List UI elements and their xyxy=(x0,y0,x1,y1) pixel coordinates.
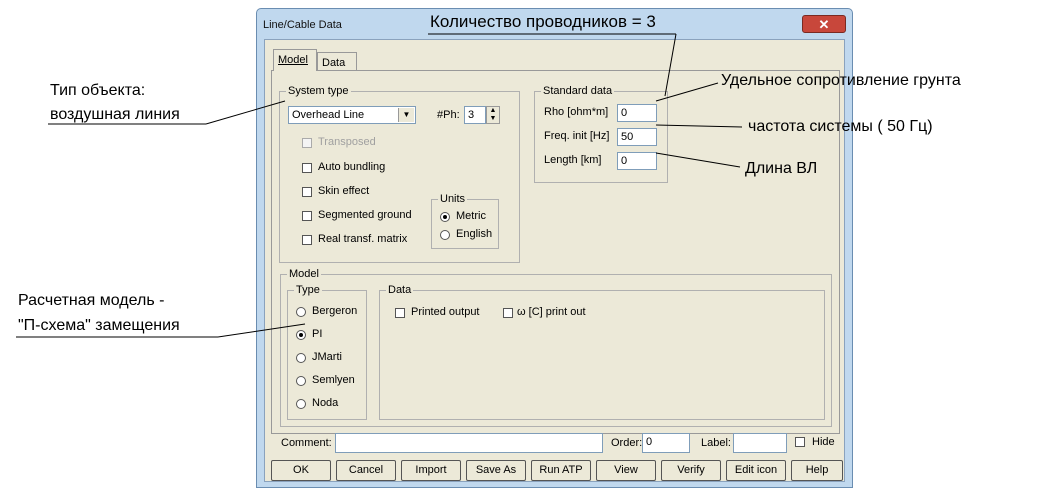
annotation-conductors: Количество проводников = 3 xyxy=(430,12,656,31)
tab-model-label: Model xyxy=(278,54,308,66)
annotation-object-type-line1: Тип объекта: xyxy=(50,82,146,99)
annotation-frequency: частота системы ( 50 Гц) xyxy=(748,118,933,135)
annotation-object-type-line2: воздушная линия xyxy=(50,106,180,123)
conductors-leader xyxy=(664,33,677,97)
tab-model[interactable]: Model xyxy=(273,49,317,71)
annotation-length: Длина ВЛ xyxy=(745,160,818,177)
object-type-leader xyxy=(205,100,286,125)
annotation-soil: Удельное сопротивление грунта xyxy=(721,72,961,89)
annotation-model-line1: Расчетная модель - xyxy=(18,292,165,309)
annotation-model-line2: "П-схема" замещения xyxy=(18,317,180,334)
length-leader xyxy=(655,152,741,168)
model-leader xyxy=(217,323,306,338)
frequency-leader xyxy=(655,124,743,128)
